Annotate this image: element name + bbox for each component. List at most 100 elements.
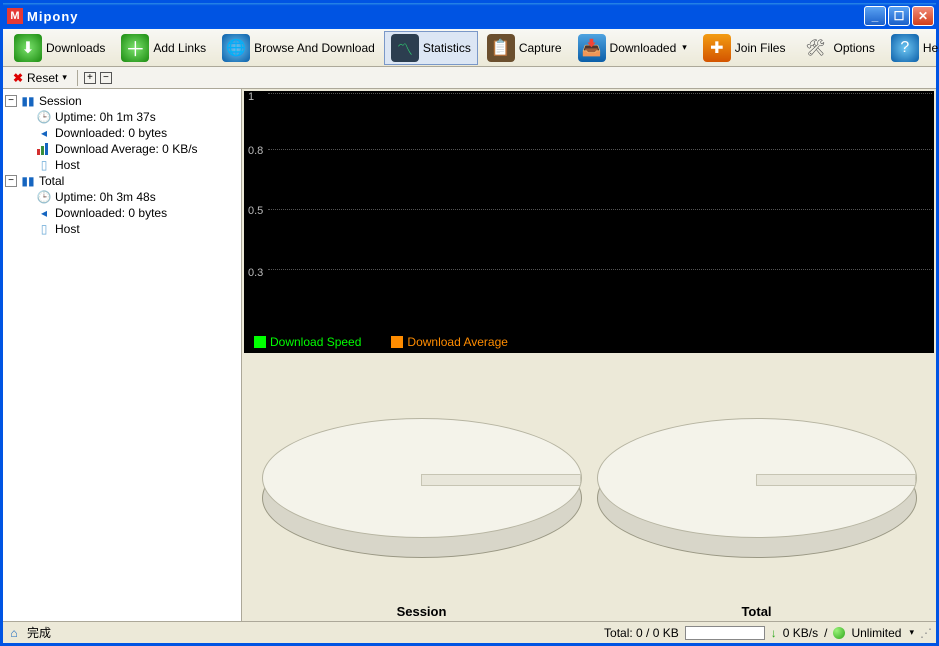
capture-label: Capture bbox=[519, 41, 562, 55]
add-links-button[interactable]: ＋ Add Links bbox=[114, 31, 213, 65]
clock-icon: 🕒 bbox=[37, 110, 51, 124]
help-label: Help bbox=[923, 41, 939, 55]
ytick-0-5: 0.5 bbox=[248, 205, 263, 217]
clock-icon: 🕒 bbox=[37, 190, 51, 204]
legend-avg-label: Download Average bbox=[407, 335, 508, 349]
legend-speed-label: Download Speed bbox=[270, 335, 361, 349]
tree-node-total-host[interactable]: ▯ Host bbox=[37, 221, 239, 237]
pie-session-col: Session bbox=[262, 408, 582, 619]
status-home-icon: ⌂ bbox=[7, 626, 21, 640]
stats-tree: − ▮▮ Session 🕒 Uptime: 0h 1m 37s ◂ Downl… bbox=[3, 89, 242, 621]
pie-total bbox=[597, 408, 917, 568]
pie-total-label: Total bbox=[741, 604, 771, 619]
total-uptime: Uptime: 0h 3m 48s bbox=[55, 190, 156, 204]
chevron-down-icon: ▾ bbox=[682, 42, 687, 53]
capture-button[interactable]: 📋 Capture bbox=[480, 31, 569, 65]
pies-area: Session Total bbox=[244, 357, 934, 619]
status-slash: / bbox=[824, 626, 827, 640]
tree-node-total[interactable]: − ▮▮ Total bbox=[5, 173, 239, 189]
downloaded-button[interactable]: 📥 Downloaded ▾ bbox=[571, 31, 694, 65]
tree-node-session-host[interactable]: ▯ Host bbox=[37, 157, 239, 173]
window-buttons: _ ☐ ✕ bbox=[864, 6, 934, 26]
options-button[interactable]: 🛠 Options bbox=[794, 31, 881, 65]
app-icon: M bbox=[7, 8, 23, 24]
downloads-icon: ⬇ bbox=[14, 34, 42, 62]
secondary-toolbar: ✖ Reset ▾ + − bbox=[3, 67, 936, 89]
main-toolbar: ⬇ Downloads ＋ Add Links 🌐 Browse And Dow… bbox=[3, 29, 936, 67]
help-button[interactable]: ? Help ▾ bbox=[884, 31, 939, 65]
ytick-0-3: 0.3 bbox=[248, 267, 263, 279]
collapse-icon[interactable]: − bbox=[5, 175, 17, 187]
down-arrow-icon: ◂ bbox=[37, 126, 51, 140]
tree-node-total-downloaded[interactable]: ◂ Downloaded: 0 bytes bbox=[37, 205, 239, 221]
host-icon: ▯ bbox=[37, 222, 51, 236]
chevron-down-icon[interactable]: ▾ bbox=[909, 627, 914, 638]
legend-download-avg: Download Average bbox=[391, 335, 508, 349]
statusbar: ⌂ 完成 Total: 0 / 0 KB ↓ 0 KB/s / Unlimite… bbox=[3, 621, 936, 643]
tree-node-session-uptime[interactable]: 🕒 Uptime: 0h 1m 37s bbox=[37, 109, 239, 125]
legend-speed-swatch bbox=[254, 336, 266, 348]
session-avg: Download Average: 0 KB/s bbox=[55, 142, 198, 156]
chevron-down-icon: ▾ bbox=[62, 72, 67, 83]
downloads-button[interactable]: ⬇ Downloads bbox=[7, 31, 112, 65]
join-files-icon: ✚ bbox=[703, 34, 731, 62]
add-links-label: Add Links bbox=[153, 41, 206, 55]
separator bbox=[77, 70, 78, 86]
expand-all-button[interactable]: + bbox=[84, 72, 96, 84]
status-dot-icon bbox=[833, 627, 845, 639]
minimize-button[interactable]: _ bbox=[864, 6, 886, 26]
tree-node-session[interactable]: − ▮▮ Session bbox=[5, 93, 239, 109]
reset-button[interactable]: ✖ Reset ▾ bbox=[7, 71, 71, 85]
window-title: Mipony bbox=[27, 9, 864, 24]
collapse-icon[interactable]: − bbox=[5, 95, 17, 107]
bars-icon bbox=[37, 142, 51, 156]
collapse-all-button[interactable]: − bbox=[100, 72, 112, 84]
status-total: Total: 0 / 0 KB bbox=[604, 626, 679, 640]
browse-button[interactable]: 🌐 Browse And Download bbox=[215, 31, 382, 65]
status-left: 完成 bbox=[27, 624, 51, 641]
total-icon: ▮▮ bbox=[21, 174, 35, 188]
reset-label: Reset bbox=[27, 71, 58, 85]
session-uptime: Uptime: 0h 1m 37s bbox=[55, 110, 156, 124]
pie-session-label: Session bbox=[397, 604, 447, 619]
content-area: − ▮▮ Session 🕒 Uptime: 0h 1m 37s ◂ Downl… bbox=[3, 89, 936, 621]
right-panel: 1 0.8 0.5 0.3 Download Speed Download Av… bbox=[242, 89, 936, 621]
status-speed: 0 KB/s bbox=[783, 626, 818, 640]
session-label: Session bbox=[39, 94, 82, 108]
session-icon: ▮▮ bbox=[21, 94, 35, 108]
tree-node-session-downloaded[interactable]: ◂ Downloaded: 0 bytes bbox=[37, 125, 239, 141]
join-files-label: Join Files bbox=[735, 41, 786, 55]
down-arrow-icon: ↓ bbox=[771, 626, 777, 640]
join-files-button[interactable]: ✚ Join Files bbox=[696, 31, 793, 65]
tree-node-session-avg[interactable]: Download Average: 0 KB/s bbox=[37, 141, 239, 157]
titlebar: M Mipony _ ☐ ✕ bbox=[3, 3, 936, 29]
statistics-label: Statistics bbox=[423, 41, 471, 55]
clipboard-icon: 📋 bbox=[487, 34, 515, 62]
close-button[interactable]: ✕ bbox=[912, 6, 934, 26]
tree-node-total-uptime[interactable]: 🕒 Uptime: 0h 3m 48s bbox=[37, 189, 239, 205]
browse-label: Browse And Download bbox=[254, 41, 375, 55]
host-icon: ▯ bbox=[37, 158, 51, 172]
total-label: Total bbox=[39, 174, 64, 188]
session-host: Host bbox=[55, 158, 80, 172]
downloaded-icon: 📥 bbox=[578, 34, 606, 62]
globe-icon: 🌐 bbox=[222, 34, 250, 62]
add-links-icon: ＋ bbox=[121, 34, 149, 62]
downloaded-label: Downloaded bbox=[610, 41, 677, 55]
app-window: M Mipony _ ☐ ✕ ⬇ Downloads ＋ Add Links 🌐… bbox=[0, 0, 939, 646]
speed-limit-input[interactable] bbox=[685, 626, 765, 640]
pie-total-col: Total bbox=[597, 408, 917, 619]
chart-grid bbox=[268, 93, 932, 325]
legend-download-speed: Download Speed bbox=[254, 335, 361, 349]
options-label: Options bbox=[833, 41, 874, 55]
ytick-0-8: 0.8 bbox=[248, 145, 263, 157]
maximize-button[interactable]: ☐ bbox=[888, 6, 910, 26]
chart-legend: Download Speed Download Average bbox=[254, 335, 508, 349]
close-icon: ✖ bbox=[11, 71, 25, 85]
statistics-button[interactable]: 〽 Statistics bbox=[384, 31, 478, 65]
session-downloaded: Downloaded: 0 bytes bbox=[55, 126, 167, 140]
help-icon: ? bbox=[891, 34, 919, 62]
legend-avg-swatch bbox=[391, 336, 403, 348]
gear-icon: 🛠 bbox=[801, 34, 829, 62]
total-downloaded: Downloaded: 0 bytes bbox=[55, 206, 167, 220]
